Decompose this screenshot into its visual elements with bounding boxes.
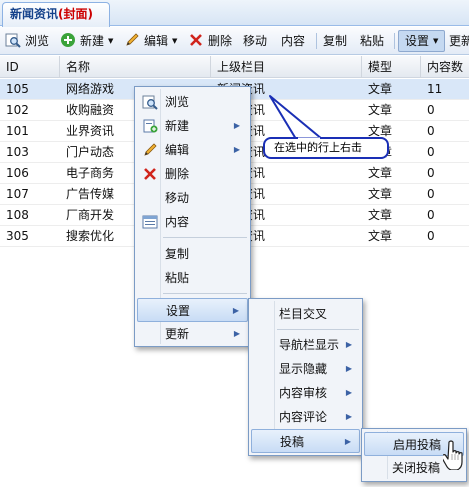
cell-model: 文章 (368, 166, 393, 180)
toolbar: 浏览 新建 ▼ 编辑 ▼ 删除 移动 内容 复制 粘贴 设置 ▼ 更新 (0, 27, 469, 55)
edit-button[interactable]: 编辑 ▼ (124, 31, 177, 51)
cell-id: 103 (6, 145, 29, 159)
context-menu-copy[interactable]: 复制 (137, 242, 248, 266)
cell-count: 0 (427, 145, 435, 159)
menu-separator (277, 329, 359, 330)
submenu-arrow-icon: ▶ (344, 437, 351, 446)
cell-count: 0 (427, 166, 435, 180)
cell-count: 0 (427, 124, 435, 138)
cell-model: 文章 (368, 229, 393, 243)
submenu-content-audit[interactable]: 内容审核 ▶ (251, 381, 360, 405)
tab-title-suffix: (封面) (58, 7, 93, 21)
cell-count: 11 (427, 82, 443, 96)
cell-id: 107 (6, 187, 29, 201)
grid-header: ID 名称 上级栏目 模型 内容数 (0, 56, 469, 78)
delete-x-icon (144, 168, 156, 180)
submenu-arrow-icon: ▶ (233, 329, 240, 338)
pencil-icon (126, 33, 139, 46)
submenu-content-comment[interactable]: 内容评论 ▶ (251, 405, 360, 429)
cell-model: 文章 (368, 187, 393, 201)
submenu-show-hide[interactable]: 显示隐藏 ▶ (251, 357, 360, 381)
cell-count: 0 (427, 229, 435, 243)
tab-title: 新闻资讯 (10, 7, 59, 21)
submenu-nav-display[interactable]: 导航栏显示 ▶ (251, 333, 360, 357)
column-header-id[interactable]: ID (0, 56, 60, 78)
submenu-arrow-icon: ▶ (345, 388, 352, 397)
plus-circle-icon (61, 33, 75, 47)
column-header-parent[interactable]: 上级栏目 (211, 56, 362, 78)
pencil-icon (144, 143, 157, 156)
cell-model: 文章 (368, 103, 393, 117)
submenu-arrow-icon: ▶ (345, 364, 352, 373)
cell-id: 106 (6, 166, 29, 180)
column-header-model[interactable]: 模型 (362, 56, 421, 78)
settings-button[interactable]: 设置 ▼ (398, 30, 446, 52)
move-button[interactable]: 移动 (243, 31, 267, 51)
menu-separator (163, 293, 247, 294)
context-menu-browse[interactable]: 浏览 (137, 90, 248, 114)
context-menu-edit[interactable]: 编辑 ▶ (137, 138, 248, 162)
content-list-icon (142, 215, 158, 229)
context-menu-refresh[interactable]: 更新 ▶ (137, 322, 248, 346)
magnifier-icon (142, 95, 158, 110)
refresh-button[interactable]: 更新 (449, 31, 469, 51)
cell-count: 0 (427, 208, 435, 222)
new-button[interactable]: 新建 ▼ (60, 31, 113, 51)
submenu-arrow-icon: ▶ (345, 340, 352, 349)
new-document-icon (143, 119, 158, 133)
column-header-count[interactable]: 内容数 (421, 56, 469, 78)
settings-submenu: 栏目交叉 导航栏显示 ▶ 显示隐藏 ▶ 内容审核 ▶ 内容评论 ▶ 投稿 ▶ (248, 298, 363, 456)
callout-text: 在选中的行上右击 (274, 141, 362, 154)
context-menu-delete[interactable]: 删除 (137, 162, 248, 186)
cell-id: 305 (6, 229, 29, 243)
copy-button[interactable]: 复制 (323, 31, 347, 51)
submenu-column-cross[interactable]: 栏目交叉 (251, 302, 360, 326)
context-menu: 浏览 新建 ▶ 编辑 ▶ 删除 移动 内容 复制 粘贴 设置 ▶ 更新 ▶ (134, 86, 251, 347)
context-menu-settings[interactable]: 设置 ▶ (137, 298, 248, 322)
paste-button[interactable]: 粘贴 (360, 31, 384, 51)
cell-count: 0 (427, 187, 435, 201)
delete-x-icon (190, 34, 202, 46)
browse-button[interactable]: 浏览 (5, 31, 49, 51)
submenu-contribute[interactable]: 投稿 ▶ (251, 429, 360, 453)
context-menu-move[interactable]: 移动 (137, 186, 248, 210)
context-menu-new[interactable]: 新建 ▶ (137, 114, 248, 138)
cell-id: 102 (6, 103, 29, 117)
submenu-arrow-icon: ▶ (345, 412, 352, 421)
tab-bar: 新闻资讯(封面) (0, 0, 469, 27)
toolbar-divider (394, 33, 395, 49)
cell-id: 105 (6, 82, 29, 96)
callout-annotation: 在选中的行上右击 (263, 137, 389, 159)
chevron-down-icon: ▼ (172, 37, 178, 45)
cell-model: 文章 (368, 82, 393, 96)
tab-news-cover[interactable]: 新闻资讯(封面) (2, 2, 110, 27)
submenu-arrow-icon: ▶ (232, 306, 239, 315)
column-header-name[interactable]: 名称 (60, 56, 211, 78)
cell-id: 108 (6, 208, 29, 222)
submenu-arrow-icon: ▶ (233, 121, 240, 130)
toolbar-divider (316, 33, 317, 49)
submenu-arrow-icon: ▶ (233, 145, 240, 154)
cell-count: 0 (427, 103, 435, 117)
cell-id: 101 (6, 124, 29, 138)
content-button[interactable]: 内容 (281, 31, 305, 51)
chevron-down-icon: ▼ (108, 37, 114, 45)
chevron-down-icon: ▼ (433, 37, 439, 45)
cell-model: 文章 (368, 208, 393, 222)
delete-button[interactable]: 删除 (188, 31, 232, 51)
menu-separator (163, 237, 247, 238)
context-menu-paste[interactable]: 粘贴 (137, 266, 248, 290)
context-menu-content[interactable]: 内容 (137, 210, 248, 234)
hand-cursor-icon (443, 440, 463, 470)
magnifier-icon (5, 33, 21, 48)
